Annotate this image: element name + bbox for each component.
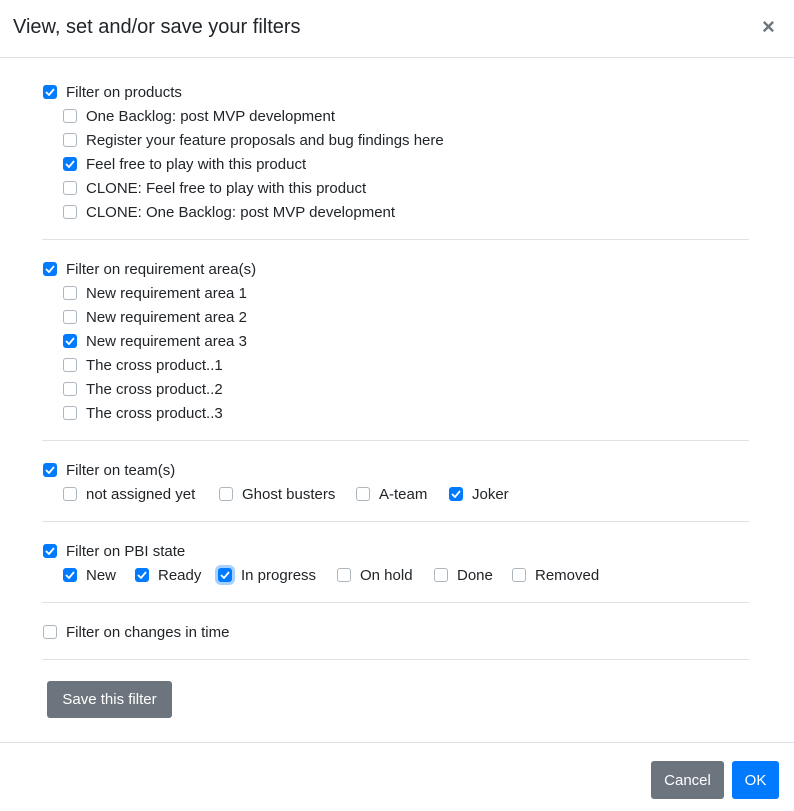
area-item[interactable]: The cross product..2 [63,377,223,401]
modal-footer: Cancel OK [0,742,794,811]
section-divider [42,602,749,603]
area-label: The cross product..3 [86,404,223,422]
area-label: New requirement area 1 [86,284,247,302]
product-item[interactable]: Register your feature proposals and bug … [63,128,444,152]
state-item[interactable]: New [63,563,116,587]
state-checkbox[interactable] [434,568,448,582]
product-item[interactable]: One Backlog: post MVP development [63,104,335,128]
time-filter-label: Filter on changes in time [66,623,230,641]
area-checkbox[interactable] [63,310,77,324]
product-checkbox[interactable] [63,133,77,147]
area-item[interactable]: New requirement area 3 [63,329,247,353]
state-label: Removed [535,566,600,584]
area-label: New requirement area 3 [86,332,247,350]
section-divider [42,521,749,522]
area-item[interactable]: The cross product..1 [63,353,223,377]
area-checkbox[interactable] [63,406,77,420]
section-divider [42,239,749,240]
area-item[interactable]: New requirement area 1 [63,281,247,305]
state-item[interactable]: Done [434,563,493,587]
team-label: Joker [472,485,509,503]
team-item[interactable]: Ghost busters [219,482,335,506]
products-filter-checkbox[interactable] [43,85,57,99]
area-checkbox[interactable] [63,334,77,348]
area-checkbox[interactable] [63,382,77,396]
state-label: Ready [158,566,202,584]
area-checkbox[interactable] [63,358,77,372]
state-item[interactable]: In progress [218,563,316,587]
product-label: CLONE: One Backlog: post MVP development [86,203,396,221]
state-checkbox[interactable] [337,568,351,582]
area-item[interactable]: The cross product..3 [63,401,223,425]
areas-filter-label: Filter on requirement area(s) [66,260,257,278]
area-label: New requirement area 2 [86,308,247,326]
states-filter-label: Filter on PBI state [66,542,186,560]
area-item[interactable]: New requirement area 2 [63,305,247,329]
state-item[interactable]: Ready [135,563,201,587]
team-item[interactable]: not assigned yet [63,482,195,506]
close-icon[interactable]: × [762,16,775,38]
state-checkbox[interactable] [135,568,149,582]
state-item[interactable]: On hold [337,563,413,587]
product-label: One Backlog: post MVP development [86,107,336,125]
team-label: Ghost busters [242,485,336,503]
state-label: In progress [241,566,317,584]
modal-header: View, set and/or save your filters × [0,0,794,58]
time-filter-toggle[interactable]: Filter on changes in time [43,620,229,644]
product-checkbox[interactable] [63,109,77,123]
product-item[interactable]: CLONE: Feel free to play with this produ… [63,176,366,200]
areas-filter-toggle[interactable]: Filter on requirement area(s) [43,257,256,281]
teams-filter-toggle[interactable]: Filter on team(s) [43,458,175,482]
area-label: The cross product..1 [86,356,223,374]
ok-button[interactable]: OK [732,761,779,799]
state-checkbox[interactable] [63,568,77,582]
product-checkbox[interactable] [63,157,77,171]
team-checkbox[interactable] [449,487,463,501]
section-divider [42,440,749,441]
team-item[interactable]: A-team [356,482,427,506]
states-filter-checkbox[interactable] [43,544,57,558]
team-checkbox[interactable] [63,487,77,501]
cancel-button[interactable]: Cancel [651,761,724,799]
state-checkbox[interactable] [218,568,232,582]
save-filter-button[interactable]: Save this filter [47,681,172,718]
product-checkbox[interactable] [63,205,77,219]
product-label: CLONE: Feel free to play with this produ… [86,179,367,197]
team-checkbox[interactable] [219,487,233,501]
product-item[interactable]: CLONE: One Backlog: post MVP development [63,200,395,224]
state-label: New [86,566,117,584]
products-filter-label: Filter on products [66,83,182,101]
areas-filter-checkbox[interactable] [43,262,57,276]
teams-filter-checkbox[interactable] [43,463,57,477]
products-filter-toggle[interactable]: Filter on products [43,80,182,104]
product-label: Register your feature proposals and bug … [86,131,444,149]
section-divider [42,659,749,660]
state-label: On hold [360,566,413,584]
product-item[interactable]: Feel free to play with this product [63,152,306,176]
modal-title: View, set and/or save your filters [13,16,301,38]
product-checkbox[interactable] [63,181,77,195]
team-item[interactable]: Joker [449,482,509,506]
states-filter-toggle[interactable]: Filter on PBI state [43,539,185,563]
teams-filter-label: Filter on team(s) [66,461,176,479]
state-label: Done [457,566,493,584]
area-label: The cross product..2 [86,380,223,398]
filter-modal: View, set and/or save your filters × Fil… [0,0,794,811]
state-checkbox[interactable] [512,568,526,582]
team-label: not assigned yet [86,485,196,503]
area-checkbox[interactable] [63,286,77,300]
team-label: A-team [379,485,428,503]
product-label: Feel free to play with this product [86,155,307,173]
team-checkbox[interactable] [356,487,370,501]
time-filter-checkbox[interactable] [43,625,57,639]
state-item[interactable]: Removed [512,563,599,587]
